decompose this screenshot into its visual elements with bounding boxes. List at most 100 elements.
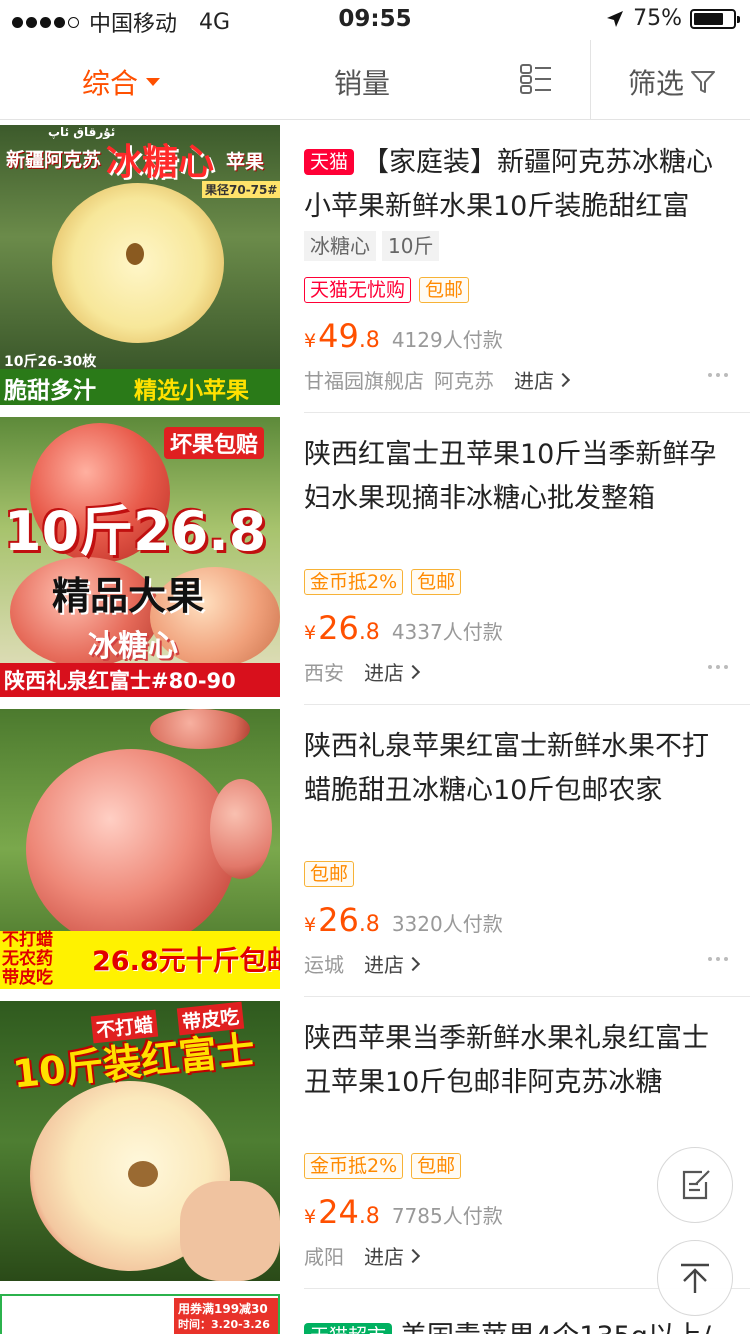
currency-symbol: ¥ bbox=[304, 1206, 317, 1228]
enter-shop-link[interactable]: 进店 bbox=[364, 657, 421, 686]
product-title[interactable]: 陕西礼泉苹果红富士新鲜水果不打蜡脆甜丑冰糖心10斤包邮农家 bbox=[304, 725, 724, 813]
product-image[interactable]: 不打蜡 带皮吃 10斤装红富士 bbox=[0, 1001, 280, 1281]
shop-location: 咸阳 bbox=[304, 1245, 344, 1269]
sort-filter-bar: 综合 销量 筛选 bbox=[0, 40, 750, 120]
status-right: 75% bbox=[605, 6, 740, 31]
funnel-icon bbox=[691, 71, 716, 93]
product-image[interactable]: 坏果包赔 10斤26.8 精品大果 冰糖心 陕西礼泉红富士#80-90 bbox=[0, 417, 280, 697]
price-integer: 26 bbox=[318, 609, 359, 647]
edit-note-icon bbox=[682, 1170, 710, 1200]
tab-sales[interactable]: 销量 bbox=[334, 62, 390, 102]
keyword-chip[interactable]: 10斤 bbox=[382, 231, 440, 261]
image-text: 冰糖心 bbox=[88, 629, 178, 664]
service-tag: 包邮 bbox=[304, 861, 355, 887]
product-image[interactable]: 不打蜡 无农药 带皮吃 26.8元十斤包邮 bbox=[0, 709, 280, 989]
price-row: ¥ 26 .8 4337人付款 bbox=[304, 609, 503, 647]
layout-toggle-button[interactable] bbox=[520, 64, 552, 94]
service-tags: 金币抵2% 包邮 bbox=[304, 569, 462, 595]
filter-label: 筛选 bbox=[628, 67, 685, 100]
service-tag: 包邮 bbox=[419, 277, 470, 303]
location-arrow-icon bbox=[607, 10, 624, 27]
currency-symbol: ¥ bbox=[304, 914, 317, 936]
product-item-partial[interactable]: 用券满199减30 时间：3.20-3.26 天猫超市美国青苹果4个135g以上… bbox=[0, 1290, 750, 1334]
price-row: ¥ 49 .8 4129人付款 bbox=[304, 317, 503, 355]
image-text: 精品大果 bbox=[52, 574, 205, 618]
service-tag: 金币抵2% bbox=[304, 1153, 404, 1179]
product-image[interactable]: ئۇرقاق ئاپ 新疆阿克苏 冰糖心 苹果 果径70-75# 10斤26-3… bbox=[0, 125, 280, 405]
image-text: 果径70-75# bbox=[202, 181, 280, 198]
filter-button[interactable]: 筛选 bbox=[628, 62, 716, 102]
image-text: 不打蜡 bbox=[2, 930, 53, 950]
tmall-supermarket-badge: 天猫超市 bbox=[304, 1323, 393, 1334]
image-text: 时间：3.20-3.26 bbox=[178, 1318, 270, 1331]
back-to-top-button[interactable] bbox=[657, 1240, 733, 1316]
service-tags: 天猫无忧购 包邮 bbox=[304, 277, 470, 303]
product-info: 天猫 【家庭装】新疆阿克苏冰糖心小苹果新鲜水果10斤装脆甜红富 冰糖心 10斤 天… bbox=[304, 121, 750, 413]
tab-comprehensive-label: 综合 bbox=[82, 67, 139, 100]
price-integer: 26 bbox=[318, 901, 359, 939]
edit-note-button[interactable] bbox=[657, 1147, 733, 1223]
shop-row: 运城 进店 bbox=[304, 949, 744, 978]
product-info: 陕西礼泉苹果红富士新鲜水果不打蜡脆甜丑冰糖心10斤包邮农家 包邮 ¥ 26 .8… bbox=[304, 705, 750, 997]
enter-shop-link[interactable]: 进店 bbox=[364, 949, 421, 978]
chevron-right-icon bbox=[405, 664, 421, 679]
service-tag: 天猫无忧购 bbox=[304, 277, 412, 303]
product-info: 陕西红富士丑苹果10斤当季新鲜孕妇水果现摘非冰糖心批发整箱 金币抵2% 包邮 ¥… bbox=[304, 413, 750, 705]
enter-shop-link[interactable]: 进店 bbox=[364, 1241, 421, 1270]
product-title[interactable]: 陕西苹果当季新鲜水果礼泉红富士丑苹果10斤包邮非阿克苏冰糖 bbox=[304, 1017, 724, 1105]
keyword-list: 冰糖心 10斤 bbox=[304, 231, 440, 261]
product-item[interactable]: 不打蜡 无农药 带皮吃 26.8元十斤包邮 陕西礼泉苹果红富士新鲜水果不打蜡脆甜… bbox=[0, 705, 750, 997]
enter-shop-label: 进店 bbox=[364, 953, 404, 977]
status-bar: 中国移动 4G 09:55 75% bbox=[0, 0, 750, 40]
price-decimal: .8 bbox=[358, 912, 380, 937]
image-text: 10斤26.8 bbox=[4, 500, 267, 563]
price-decimal: .8 bbox=[358, 328, 380, 353]
image-text: 苹果 bbox=[226, 151, 265, 173]
battery-icon bbox=[690, 8, 740, 29]
filter-divider bbox=[590, 40, 591, 120]
image-text: 10斤26-30枚 bbox=[4, 354, 97, 370]
product-title[interactable]: 天猫超市美国青苹果4个135g以上/ bbox=[304, 1314, 711, 1334]
tab-sales-label: 销量 bbox=[334, 67, 391, 100]
image-text: 带皮吃 bbox=[2, 968, 53, 988]
shop-row: 西安 进店 bbox=[304, 657, 744, 686]
shop-location: 运城 bbox=[304, 953, 344, 977]
enter-shop-label: 进店 bbox=[364, 661, 404, 685]
service-tag: 包邮 bbox=[411, 1153, 462, 1179]
more-dots-icon[interactable] bbox=[708, 957, 728, 961]
image-text: 坏果包赔 bbox=[164, 427, 265, 459]
sold-count: 7785人付款 bbox=[391, 1204, 503, 1228]
currency-symbol: ¥ bbox=[304, 330, 317, 352]
image-text: 陕西礼泉红富士#80-90 bbox=[4, 669, 236, 693]
image-text: 26.8元十斤包邮 bbox=[92, 946, 280, 977]
image-text: 用券满199减30 bbox=[178, 1302, 268, 1316]
image-text: 无农药 bbox=[2, 949, 53, 969]
keyword-chip[interactable]: 冰糖心 bbox=[304, 231, 376, 261]
battery-percent: 75% bbox=[633, 6, 682, 31]
product-item[interactable]: 不打蜡 带皮吃 10斤装红富士 陕西苹果当季新鲜水果礼泉红富士丑苹果10斤包邮非… bbox=[0, 997, 750, 1289]
chevron-right-icon bbox=[405, 956, 421, 971]
product-item[interactable]: ئۇرقاق ئاپ 新疆阿克苏 冰糖心 苹果 果径70-75# 10斤26-3… bbox=[0, 121, 750, 413]
chevron-right-icon bbox=[555, 372, 571, 387]
product-image[interactable]: 用券满199减30 时间：3.20-3.26 bbox=[0, 1294, 280, 1334]
service-tags: 包邮 bbox=[304, 861, 355, 887]
enter-shop-link[interactable]: 进店 bbox=[514, 365, 571, 394]
grid-list-icon bbox=[520, 64, 551, 94]
price-row: ¥ 24 .8 7785人付款 bbox=[304, 1193, 503, 1231]
currency-symbol: ¥ bbox=[304, 622, 317, 644]
back-to-top-icon bbox=[681, 1263, 709, 1293]
product-title[interactable]: 天猫 【家庭装】新疆阿克苏冰糖心小苹果新鲜水果10斤装脆甜红富 bbox=[304, 141, 724, 229]
product-title-text: 美国青苹果4个135g以上/ bbox=[400, 1321, 711, 1334]
more-dots-icon[interactable] bbox=[708, 373, 728, 377]
product-item[interactable]: 坏果包赔 10斤26.8 精品大果 冰糖心 陕西礼泉红富士#80-90 陕西红富… bbox=[0, 413, 750, 705]
tab-comprehensive[interactable]: 综合 bbox=[82, 62, 161, 102]
shop-name: 甘福园旗舰店 bbox=[304, 369, 424, 393]
image-text: 精选小苹果 bbox=[134, 378, 249, 404]
image-text: 脆甜多汁 bbox=[4, 378, 96, 404]
more-dots-icon[interactable] bbox=[708, 665, 728, 669]
caret-down-icon bbox=[146, 78, 161, 86]
price-decimal: .8 bbox=[358, 620, 380, 645]
price-integer: 24 bbox=[318, 1193, 359, 1231]
product-title[interactable]: 陕西红富士丑苹果10斤当季新鲜孕妇水果现摘非冰糖心批发整箱 bbox=[304, 433, 724, 521]
price-decimal: .8 bbox=[358, 1204, 380, 1229]
